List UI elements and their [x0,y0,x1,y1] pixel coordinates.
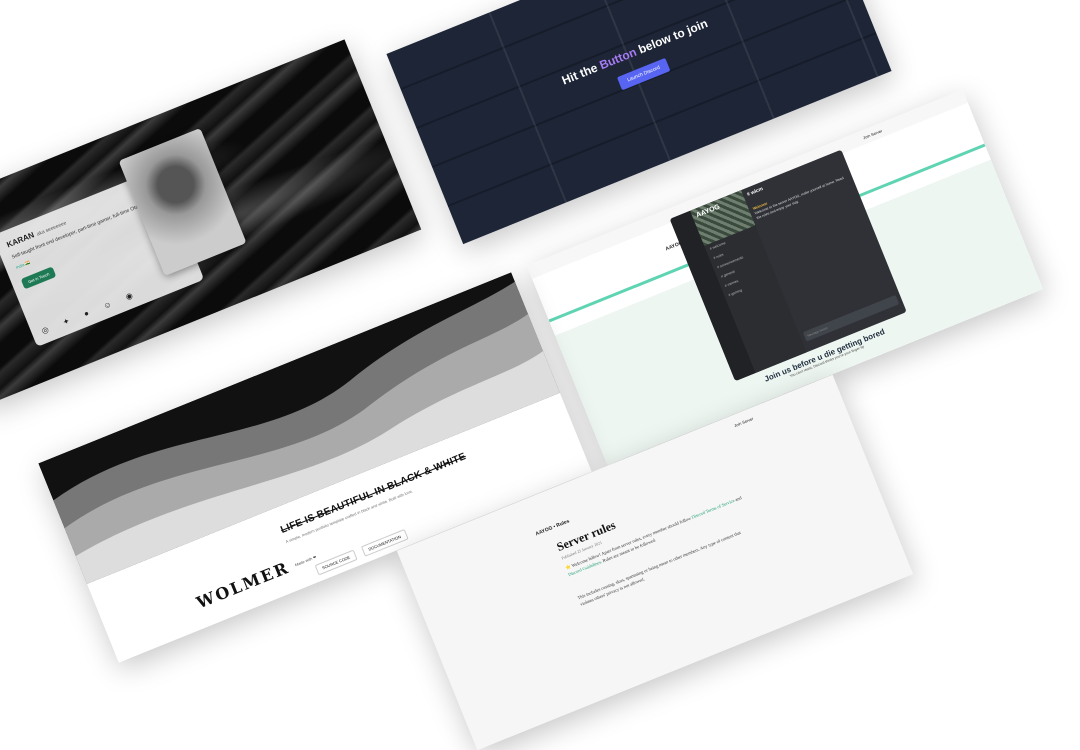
get-in-touch-button[interactable]: Get in Touch [20,266,57,290]
brand-title: AAYOG • Rules [534,518,571,538]
discord-mockup: AAYOG # welcome # rules # announcements … [669,149,907,382]
github-icon[interactable]: ● [83,308,91,318]
source-code-button[interactable]: SOURCE CODE [314,549,358,576]
wolmer-logo: WOLMER [193,557,293,613]
discord-icon[interactable]: ◉ [124,291,134,302]
headline-start: Hit the [559,58,603,88]
join-server-link[interactable]: Join Server [862,128,883,140]
intro-joiner: and [733,495,743,503]
headline-end: below to join [633,15,710,58]
join-server-link[interactable]: Join Server [733,416,754,428]
twitter-icon[interactable]: ✦ [62,316,72,327]
made-with-text: Made with ❤ [294,554,318,568]
snapchat-icon[interactable]: ☺ [102,299,113,310]
headline-accent: Button [597,44,639,72]
tos-link[interactable]: Discord Terms of Service [691,498,735,520]
instagram-icon[interactable]: ◎ [40,325,50,336]
social-links: ◎ ✦ ● ☺ ◉ [40,291,134,336]
